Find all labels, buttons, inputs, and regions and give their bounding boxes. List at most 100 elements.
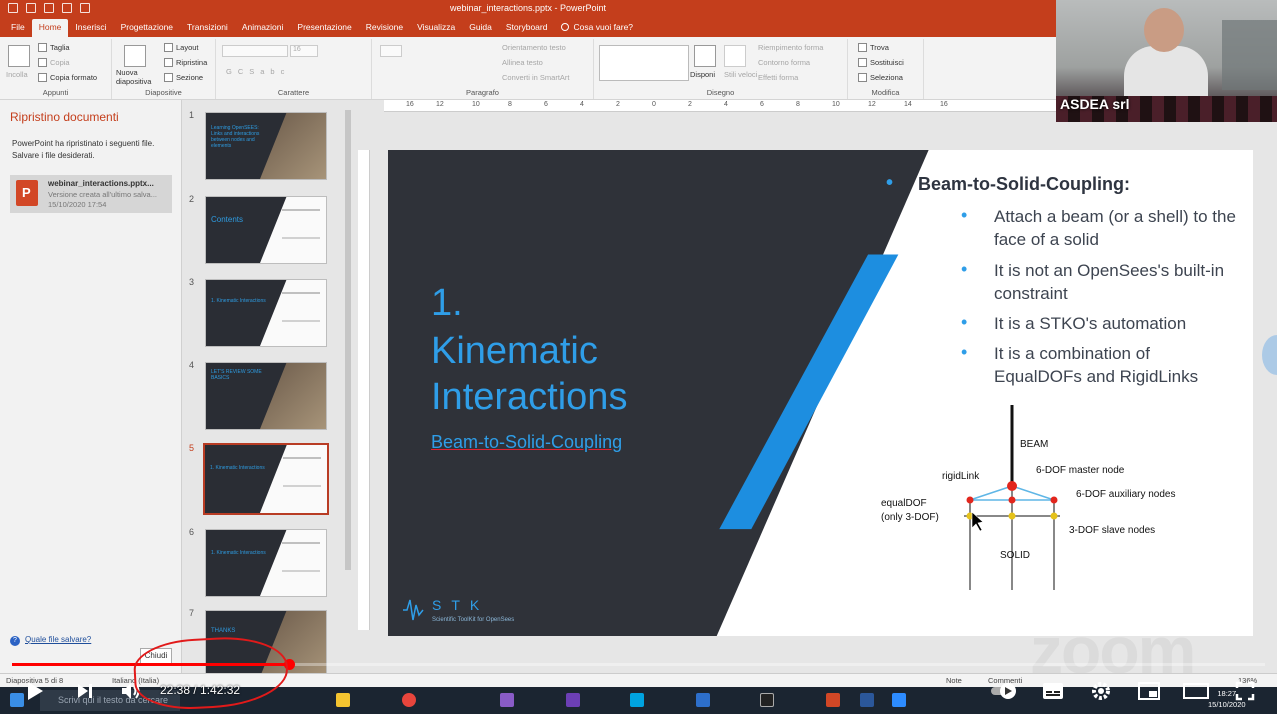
fullscreen-icon[interactable]: [1232, 678, 1258, 704]
file-explorer-icon[interactable]: [336, 693, 350, 707]
slide-subtitle[interactable]: Beam-to-Solid-Coupling: [431, 432, 622, 453]
bullets-button[interactable]: [380, 45, 402, 57]
zoom-app-icon[interactable]: [892, 693, 906, 707]
label-auxiliary: 6-DOF auxiliary nodes: [1076, 489, 1175, 500]
quick-styles-icon[interactable]: [724, 45, 746, 67]
reset-button[interactable]: Ripristina: [164, 58, 207, 67]
play-icon[interactable]: [22, 678, 48, 704]
group-label: Modifica: [871, 88, 900, 97]
slide-canvas[interactable]: 1. Kinematic Interactions Beam-to-Solid-…: [388, 150, 1253, 636]
powerpoint-icon[interactable]: [826, 693, 840, 707]
tab-file[interactable]: File: [4, 19, 32, 37]
bullet-2[interactable]: It is not an OpenSees's built-in constra…: [961, 258, 1242, 305]
vertical-ruler: [358, 150, 370, 630]
group-label: Carattere: [277, 88, 310, 97]
tab-review[interactable]: Revisione: [359, 19, 410, 37]
select-button[interactable]: Seleziona: [858, 73, 903, 82]
cut-button[interactable]: Taglia: [38, 43, 70, 52]
label-rigid-link: rigidLink: [942, 471, 980, 482]
label-slave: 3-DOF slave nodes: [1069, 525, 1155, 536]
scissors-icon: [38, 43, 47, 52]
settings-gear-icon[interactable]: [1088, 678, 1114, 704]
reset-icon: [164, 58, 173, 67]
terminal-icon[interactable]: [760, 693, 774, 707]
main-bullet[interactable]: Beam-to-Solid-Coupling:: [886, 172, 1130, 195]
bullet-3[interactable]: It is a STKO's automation: [961, 311, 1242, 335]
thumb-number: 2: [189, 194, 195, 204]
align-text-button[interactable]: Allinea testo: [502, 58, 543, 67]
visual-studio-2-icon[interactable]: [566, 693, 580, 707]
find-button[interactable]: Trova: [858, 43, 889, 52]
word-icon[interactable]: [860, 693, 874, 707]
tab-storyboard[interactable]: Storyboard: [499, 19, 555, 37]
tab-insert[interactable]: Inserisci: [68, 19, 113, 37]
thumbnail-scrollbar[interactable]: [343, 100, 353, 673]
tab-transitions[interactable]: Transizioni: [180, 19, 235, 37]
tab-slideshow[interactable]: Presentazione: [290, 19, 358, 37]
slide-thumbnail-4[interactable]: LET'S REVIEW SOME BASICS: [205, 362, 327, 430]
outlook-icon[interactable]: [696, 693, 710, 707]
replace-button[interactable]: Sostituisci: [858, 58, 904, 67]
miniplayer-icon[interactable]: [1136, 678, 1162, 704]
new-slide-button[interactable]: Nuova diapositiva: [116, 68, 162, 86]
format-painter-button[interactable]: Copia formato: [38, 73, 97, 82]
slide-thumbnail-6[interactable]: 1. Kinematic Interactions: [205, 529, 327, 597]
shapes-gallery[interactable]: [599, 45, 689, 81]
theater-mode-icon[interactable]: [1182, 678, 1210, 704]
autoplay-toggle[interactable]: [990, 678, 1020, 704]
section-button[interactable]: Sezione: [164, 73, 203, 82]
scrollbar-thumb[interactable]: [345, 110, 351, 570]
thumb-number: 1: [189, 110, 195, 120]
tell-me-box[interactable]: Cosa vuoi fare?: [554, 19, 640, 37]
new-slide-icon[interactable]: [124, 45, 146, 67]
chrome-icon[interactable]: [402, 693, 416, 707]
copy-button[interactable]: Copia: [38, 58, 70, 67]
section-icon: [164, 73, 173, 82]
slide-thumbnail-3[interactable]: 1. Kinematic Interactions: [205, 279, 327, 347]
tab-help[interactable]: Guida: [462, 19, 499, 37]
font-style-buttons[interactable]: GCSabc: [226, 67, 290, 76]
font-name-box[interactable]: [222, 45, 288, 57]
group-slides: Nuova diapositiva Layout Ripristina Sezi…: [112, 39, 216, 99]
arrange-icon[interactable]: [694, 45, 716, 67]
text-direction-button[interactable]: Orientamento testo: [502, 43, 566, 52]
skype-icon[interactable]: [630, 693, 644, 707]
shape-fill-button[interactable]: Riempimento forma: [758, 43, 823, 52]
paste-icon[interactable]: [8, 45, 30, 67]
label-beam: BEAM: [1020, 439, 1048, 450]
subtitles-icon[interactable]: [1040, 678, 1066, 704]
rigid-link-right: [1011, 485, 1055, 501]
shape-outline-button[interactable]: Contorno forma: [758, 58, 810, 67]
visual-studio-icon[interactable]: [500, 693, 514, 707]
slide-thumbnail-5-selected[interactable]: 1. Kinematic Interactions: [203, 443, 329, 515]
tab-view[interactable]: Visualizza: [410, 19, 462, 37]
shape-effects-button[interactable]: Effetti forma: [758, 73, 798, 82]
webcam-feed: ASDEA srl: [1056, 0, 1277, 122]
rigid-link-left: [969, 485, 1013, 501]
logo-tagline: Scientific ToolKit for OpenSees: [432, 617, 515, 623]
tab-design[interactable]: Progettazione: [114, 19, 180, 37]
slide-section-number[interactable]: 1.: [431, 280, 463, 326]
slide-thumbnail-1[interactable]: Learning OpenSEES: Links and interaction…: [205, 112, 327, 180]
thumb-number: 7: [189, 608, 195, 618]
next-video-icon[interactable]: [72, 678, 98, 704]
auxiliary-node-right: [1050, 496, 1058, 504]
arrange-button[interactable]: Disponi: [690, 70, 715, 79]
quick-styles-button[interactable]: Stili veloci: [724, 70, 757, 79]
slide-thumbnail-2[interactable]: Contents: [205, 196, 327, 264]
slave-node-right: [1050, 512, 1058, 520]
mouse-cursor-icon: [971, 511, 984, 532]
title-bar: webinar_interactions.pptx - PowerPoint: [0, 0, 1056, 18]
slide-title[interactable]: Kinematic Interactions: [431, 328, 691, 420]
smartart-button[interactable]: Converti in SmartArt: [502, 73, 570, 82]
paste-button[interactable]: Incolla: [6, 70, 28, 79]
tab-home[interactable]: Home: [31, 19, 69, 37]
layout-button[interactable]: Layout: [164, 43, 199, 52]
which-file-help-link[interactable]: ? Quale file salvare?: [10, 635, 91, 646]
notes-button[interactable]: Note: [946, 676, 962, 685]
bullet-1[interactable]: Attach a beam (or a shell) to the face o…: [961, 204, 1242, 251]
tab-animations[interactable]: Animazioni: [235, 19, 291, 37]
font-size-box[interactable]: 16: [290, 45, 318, 57]
bullet-4[interactable]: It is a combination of EqualDOFs and Rig…: [961, 341, 1242, 388]
recovered-file-item[interactable]: webinar_interactions.pptx... Versione cr…: [10, 175, 172, 213]
